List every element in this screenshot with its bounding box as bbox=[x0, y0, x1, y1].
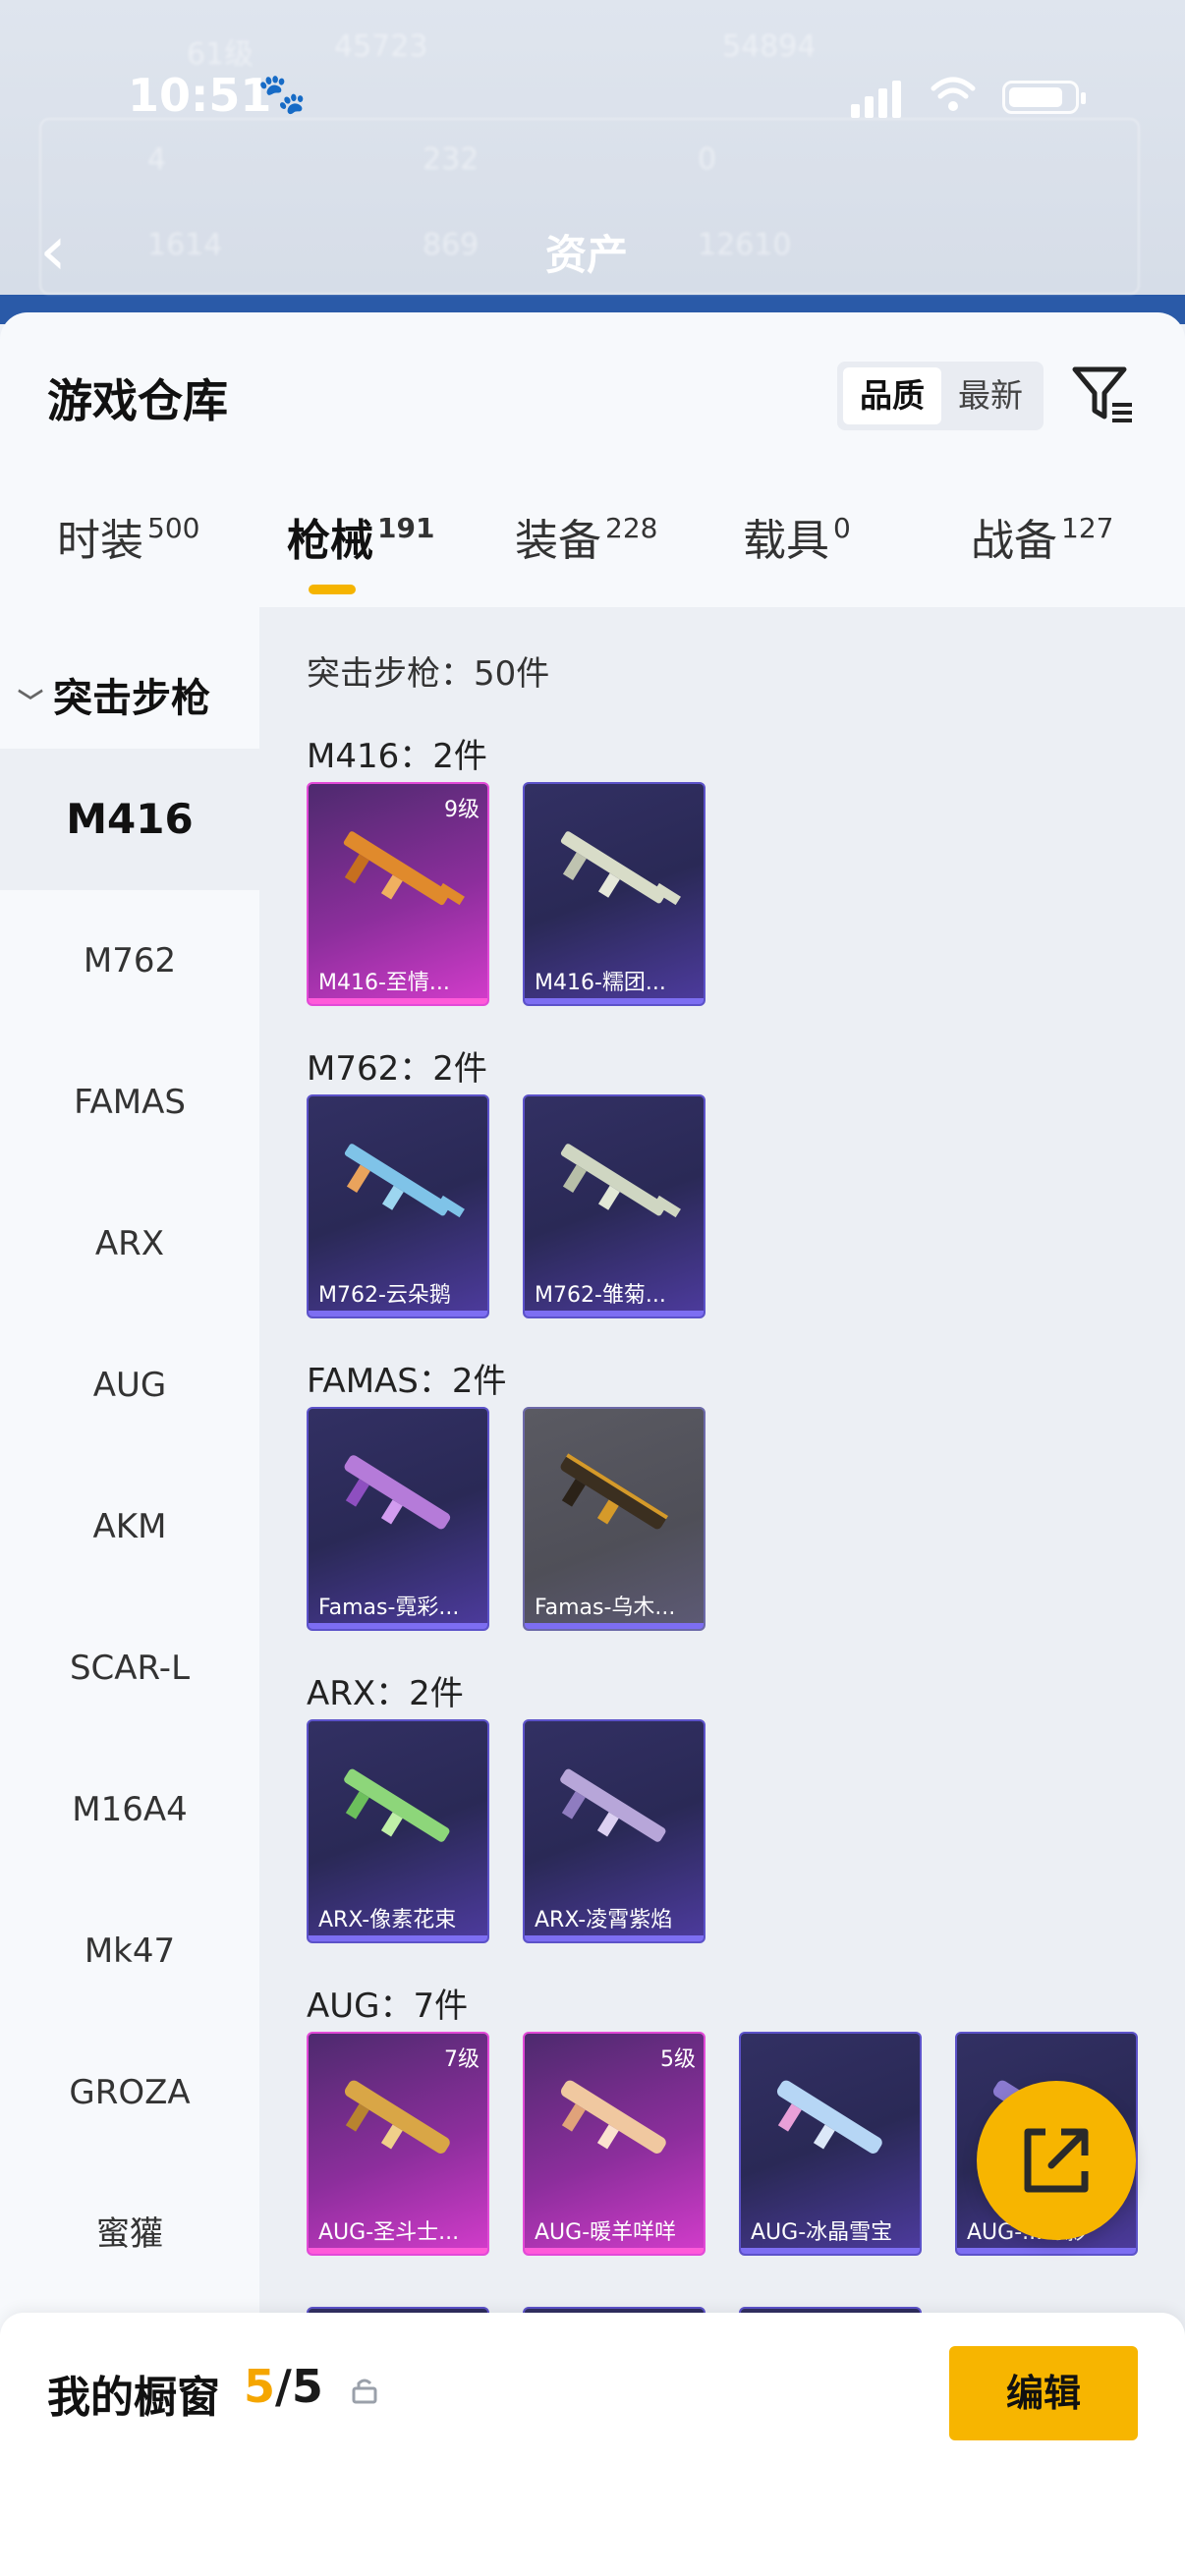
sort-option-quality[interactable]: 品质 bbox=[843, 367, 941, 424]
rifle-icon bbox=[560, 831, 681, 906]
rifle-icon bbox=[344, 1144, 465, 1218]
group-title: FAMAS：2件 bbox=[307, 1362, 507, 1401]
background-ghost-text: 869 bbox=[423, 228, 480, 262]
rifle-icon bbox=[344, 1768, 450, 1842]
background-ghost-text: 61级 bbox=[187, 37, 254, 72]
skin-card[interactable]: 5级 AUG-暖羊咩咩 bbox=[523, 2032, 705, 2256]
skin-card[interactable]: 9级 M416-至情... bbox=[307, 782, 489, 1006]
skin-card[interactable]: AUG-冰晶雪宝 bbox=[739, 2032, 922, 2256]
background-ghost-text: 12610 bbox=[698, 228, 792, 262]
battery-icon bbox=[1002, 81, 1086, 114]
rail-item-m416[interactable]: M416 bbox=[0, 749, 259, 890]
skin-card[interactable]: ARX-凌霄紫焰 bbox=[523, 1719, 705, 1943]
rifle-icon bbox=[560, 1453, 669, 1530]
rifle-icon bbox=[344, 1455, 451, 1530]
rifle-icon bbox=[344, 2080, 450, 2154]
skin-card[interactable]: M762-雏菊... bbox=[523, 1094, 705, 1318]
rail-item-scar-l[interactable]: SCAR-L bbox=[0, 1597, 259, 1739]
skin-card[interactable]: 7级 AUG-圣斗士... bbox=[307, 2032, 489, 2256]
rail-item-akm[interactable]: AKM bbox=[0, 1456, 259, 1597]
group-title: AUG：7件 bbox=[307, 1987, 469, 2026]
rifle-icon bbox=[560, 1144, 681, 1218]
skin-name: Famas-乌木... bbox=[535, 1596, 676, 1620]
paw-icon: 🐾 bbox=[257, 72, 307, 117]
skin-card[interactable]: Famas-乌木... bbox=[523, 1407, 705, 1631]
background-ghost-text: 1614 bbox=[147, 228, 223, 262]
rail-item-aug[interactable]: AUG bbox=[0, 1315, 259, 1456]
background-ghost-text: 232 bbox=[423, 142, 480, 177]
status-bar: 10:51 🐾 bbox=[0, 69, 1185, 128]
rail-item-groza[interactable]: GROZA bbox=[0, 2022, 259, 2163]
rail-item-arx[interactable]: ARX bbox=[0, 1173, 259, 1315]
rail-category-header[interactable]: ﹀ 突击步枪 bbox=[18, 666, 210, 723]
filter-icon[interactable] bbox=[1069, 360, 1138, 428]
skin-name: M762-雏菊... bbox=[535, 1283, 666, 1308]
skin-name: ARX-凌霄紫焰 bbox=[535, 1908, 673, 1932]
rail-item-famas[interactable]: FAMAS bbox=[0, 1032, 259, 1173]
skin-card[interactable]: M416-糯团... bbox=[523, 782, 705, 1006]
skin-name: Famas-霓彩... bbox=[318, 1596, 460, 1620]
edit-button[interactable]: 编辑 bbox=[949, 2346, 1138, 2440]
skin-name: M416-糯团... bbox=[535, 971, 666, 995]
skin-name: M762-云朵鹅 bbox=[318, 1283, 451, 1308]
background-ghost-text: 0 bbox=[698, 142, 717, 177]
skin-card[interactable]: ARX-像素花束 bbox=[307, 1719, 489, 1943]
skin-card[interactable]: M762-云朵鹅 bbox=[307, 1094, 489, 1318]
back-arrow-icon[interactable]: ‹ bbox=[39, 216, 67, 285]
tab-vehicles[interactable]: 载具 0 bbox=[743, 505, 851, 568]
showcase-bar: 我的橱窗 5/5 编辑 bbox=[0, 2313, 1185, 2576]
group-title: ARX：2件 bbox=[307, 1674, 464, 1713]
rail-item-m16a4[interactable]: M16A4 bbox=[0, 1739, 259, 1880]
tab-guns[interactable]: 枪械 191 bbox=[287, 505, 434, 568]
group-title: M416：2件 bbox=[307, 737, 487, 776]
sort-option-latest[interactable]: 最新 bbox=[941, 367, 1040, 424]
background-ghost-text: 45723 bbox=[334, 29, 428, 64]
skin-name: AUG-暖羊咩咩 bbox=[535, 2220, 677, 2245]
rail-item-mk47[interactable]: Mk47 bbox=[0, 1880, 259, 2022]
chevron-down-icon: ﹀ bbox=[18, 688, 44, 718]
background-ghost-text: 4 bbox=[147, 142, 167, 177]
background-ghost-text: 54894 bbox=[722, 29, 817, 64]
share-button[interactable] bbox=[977, 2081, 1136, 2240]
rifle-icon bbox=[343, 831, 465, 906]
tab-fashion[interactable]: 时装 500 bbox=[57, 505, 199, 568]
tab-active-indicator bbox=[309, 585, 356, 594]
page-title: 游戏仓库 bbox=[47, 374, 228, 427]
weapon-type-rail: ﹀ 突击步枪 M416 M762 FAMAS ARX AUG AKM SCAR-L… bbox=[0, 607, 259, 2444]
skin-name: AUG-圣斗士... bbox=[318, 2220, 460, 2245]
rifle-icon bbox=[776, 2080, 882, 2154]
skin-name: M416-至情... bbox=[318, 971, 450, 995]
rifle-icon bbox=[560, 1768, 666, 1842]
skin-card[interactable]: Famas-霓彩... bbox=[307, 1407, 489, 1631]
lock-icon bbox=[350, 2376, 379, 2405]
rifle-icon bbox=[560, 2080, 666, 2154]
category-count: 突击步枪：50件 bbox=[307, 654, 550, 694]
status-time: 10:51 bbox=[128, 69, 272, 122]
tab-supplies[interactable]: 战备 127 bbox=[971, 505, 1113, 568]
skin-name: AUG-冰晶雪宝 bbox=[751, 2220, 893, 2245]
background-header: 61级 45723 54894 4 232 0 1614 869 12610 ‹… bbox=[0, 0, 1185, 324]
tab-equipment[interactable]: 装备 228 bbox=[515, 505, 657, 568]
background-title: 资产 bbox=[545, 231, 629, 279]
rail-item-honey-badger[interactable]: 蜜獾 bbox=[0, 2163, 259, 2305]
showcase-count: 5/5 bbox=[244, 2360, 323, 2413]
showcase-label: 我的橱窗 bbox=[47, 2373, 220, 2423]
group-title: M762：2件 bbox=[307, 1049, 487, 1089]
skin-name: ARX-像素花束 bbox=[318, 1908, 457, 1932]
wifi-icon bbox=[930, 75, 977, 124]
sort-toggle: 品质 最新 bbox=[837, 362, 1044, 430]
rail-item-m762[interactable]: M762 bbox=[0, 890, 259, 1032]
category-tabs: 时装 500 枪械 191 装备 228 载具 0 战备 127 bbox=[0, 505, 1185, 623]
share-icon bbox=[1024, 2128, 1089, 2193]
